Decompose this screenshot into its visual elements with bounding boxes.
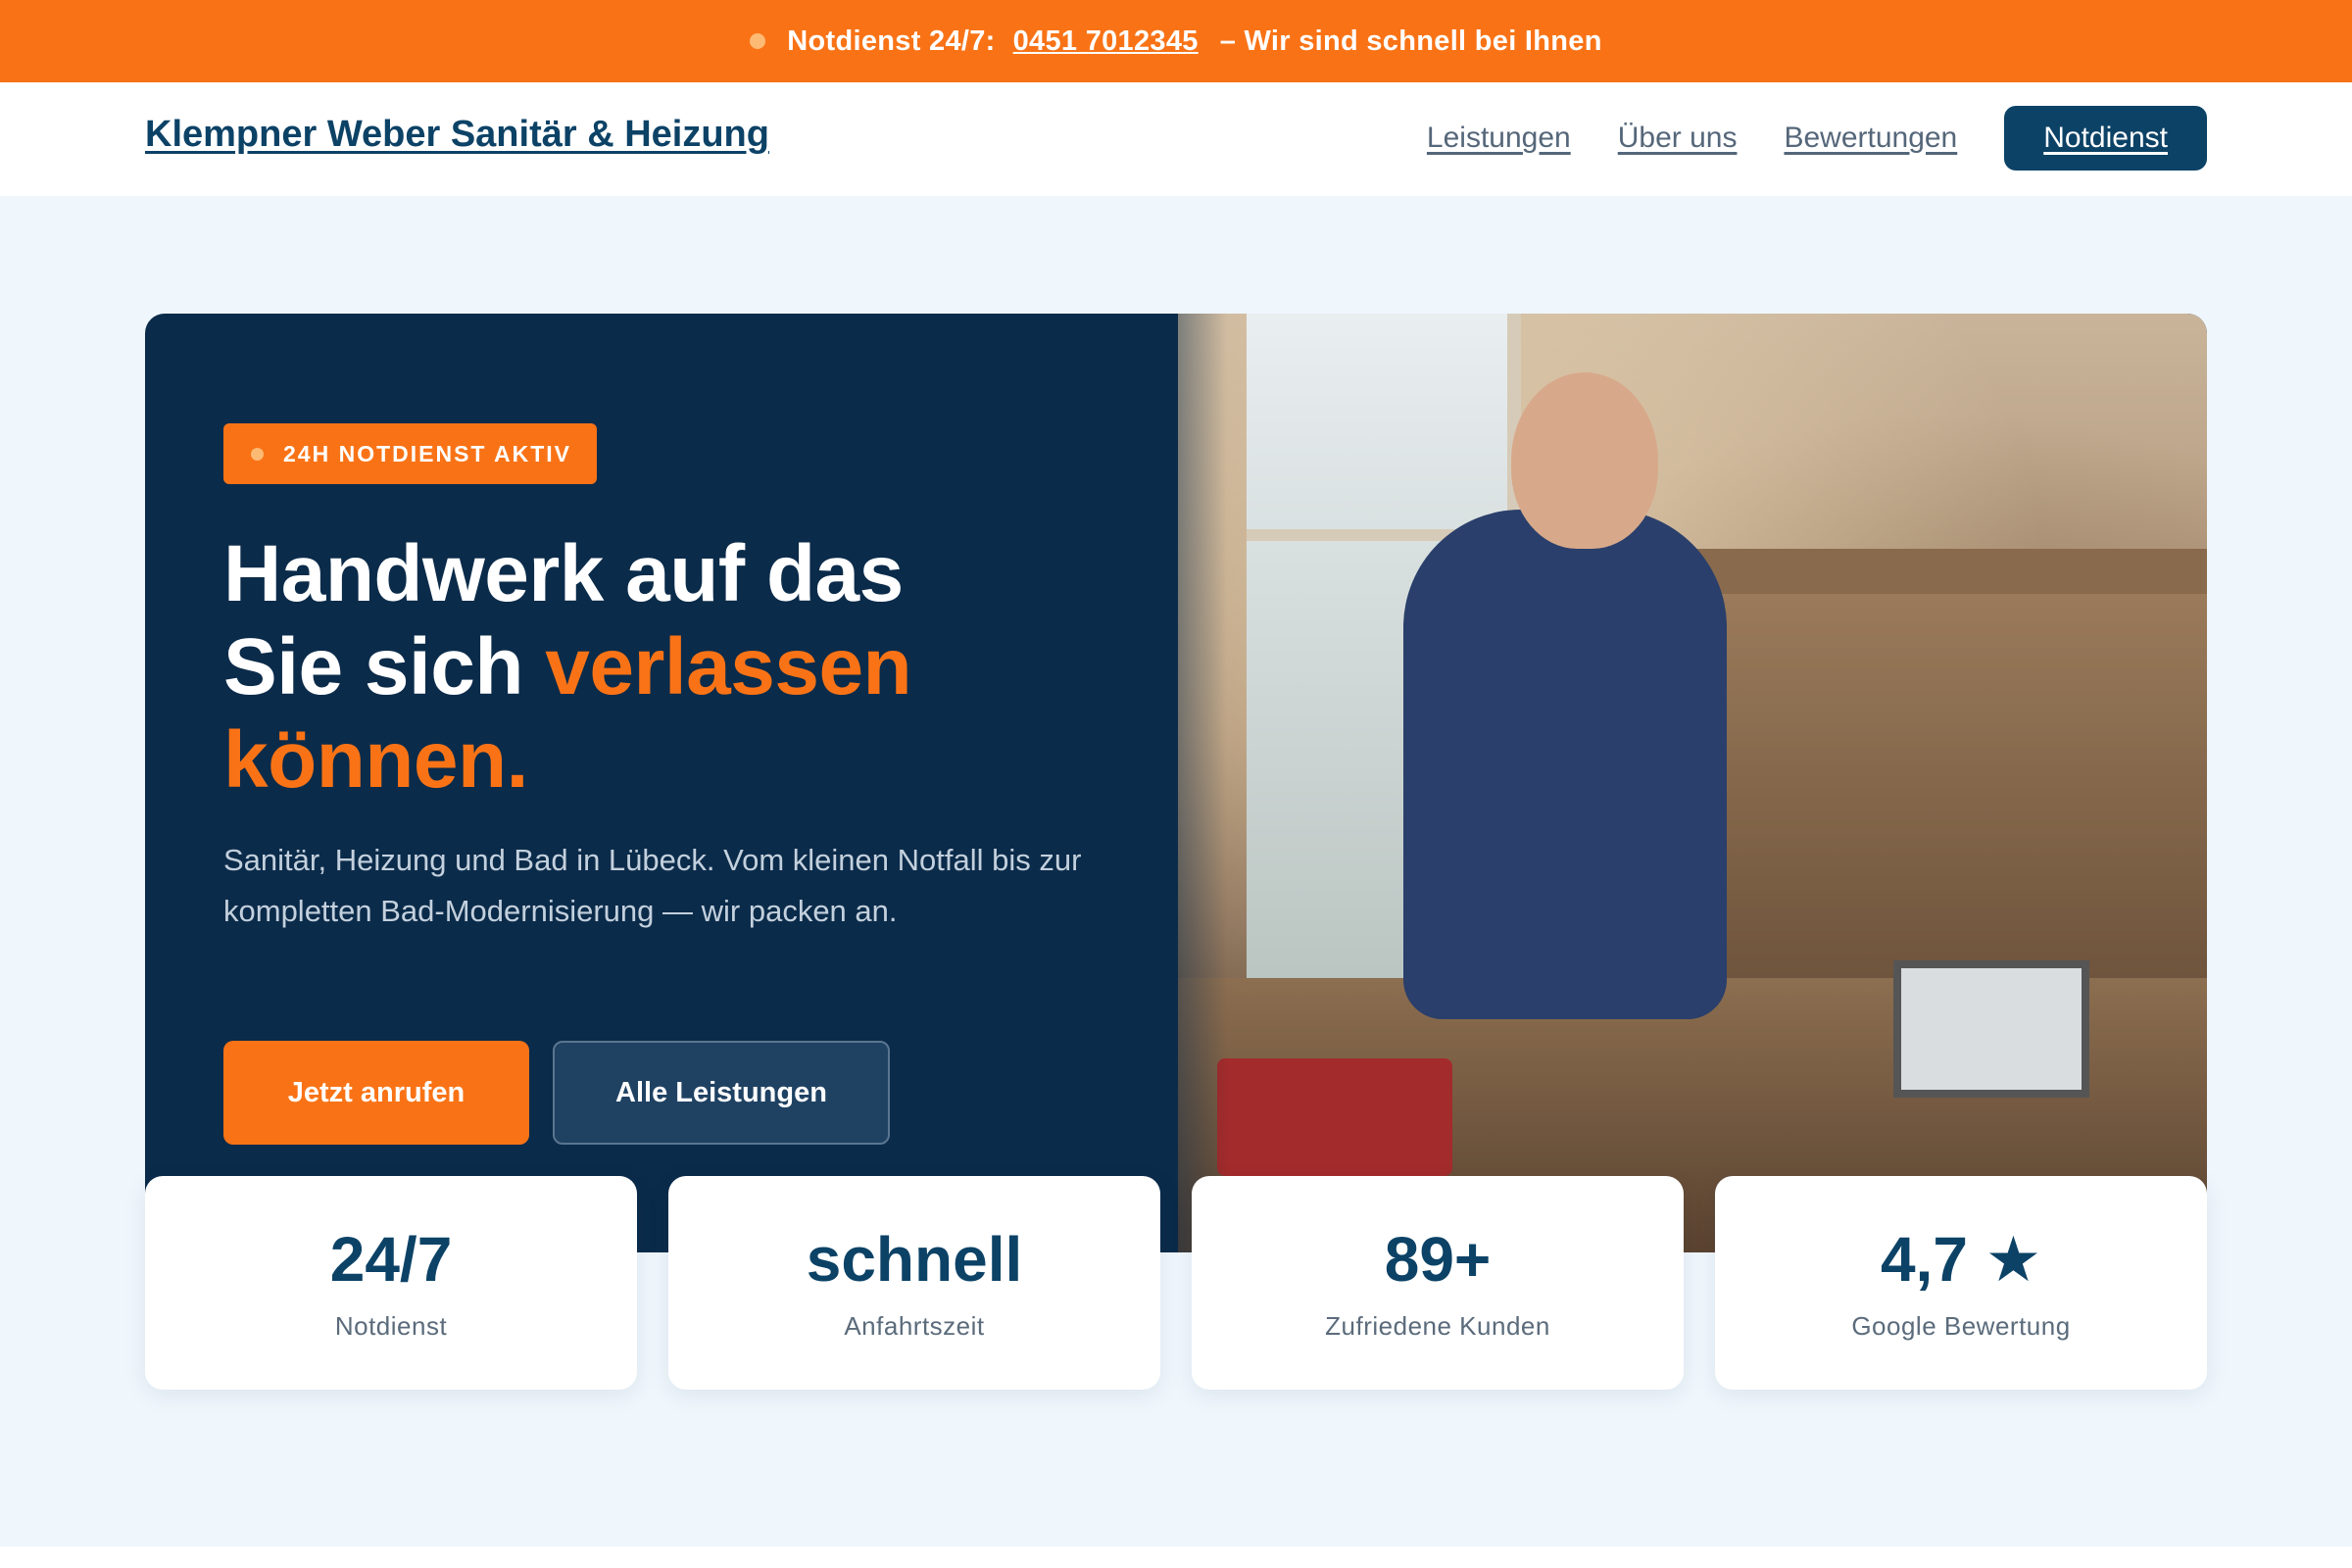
hero-card: 24H NOTDIENST AKTIV Handwerk auf das Sie… <box>145 314 2207 1252</box>
photo-plumber-head <box>1511 372 1658 549</box>
nav-link-bewertungen[interactable]: Bewertungen <box>1784 122 1957 155</box>
headline-accent-koennen: können. <box>223 715 528 805</box>
brand-logo-link[interactable]: Klempner Weber Sanitär & Heizung <box>145 114 769 156</box>
photo-counter <box>1658 549 2207 594</box>
stats-row: 24/7 Notdienst schnell Anfahrtszeit 89+ … <box>145 1176 2207 1390</box>
stat-card: 24/7 Notdienst <box>145 1176 637 1390</box>
site-header: Klempner Weber Sanitär & Heizung Leistun… <box>0 82 2352 196</box>
stat-value: 24/7 <box>329 1223 453 1295</box>
stat-value: 4,7 ★ <box>1880 1223 2042 1295</box>
stat-card: schnell Anfahrtszeit <box>668 1176 1160 1390</box>
stat-label: Notdienst <box>334 1310 448 1341</box>
photo-fade-overlay <box>1109 314 1227 1252</box>
stat-label: Zufriedene Kunden <box>1325 1310 1550 1341</box>
badge-dot-icon <box>251 447 264 461</box>
photo-laptop <box>1893 960 2089 1098</box>
all-services-button[interactable]: Alle Leistungen <box>553 1041 890 1145</box>
call-now-button[interactable]: Jetzt anrufen <box>223 1041 529 1145</box>
headline-line-2: Sie sich <box>223 622 546 711</box>
hero-section: 24H NOTDIENST AKTIV Handwerk auf das Sie… <box>0 196 2352 1546</box>
emergency-phone-link[interactable]: 0451 7012345 <box>1013 25 1199 58</box>
stat-label: Anfahrtszeit <box>844 1310 985 1341</box>
notdienst-button[interactable]: Notdienst <box>2004 106 2207 171</box>
badge-label: 24H NOTDIENST AKTIV <box>283 440 572 466</box>
stat-value: schnell <box>806 1223 1023 1295</box>
stat-card: 89+ Zufriedene Kunden <box>1192 1176 1684 1390</box>
hero-headline: Handwerk auf das Sie sich verlassen könn… <box>223 527 1105 807</box>
stat-label: Google Bewertung <box>1851 1310 2071 1341</box>
hero-subtitle: Sanitär, Heizung und Bad in Lübeck. Vom … <box>223 843 1082 928</box>
headline-accent-verlassen: verlassen <box>545 622 912 711</box>
photo-toolbox <box>1217 1058 1452 1176</box>
plumber-photo <box>1178 314 2207 1252</box>
stat-card: 4,7 ★ Google Bewertung <box>1715 1176 2207 1390</box>
stat-value: 89+ <box>1384 1223 1492 1295</box>
nav-link-leistungen[interactable]: Leistungen <box>1427 122 1571 155</box>
main-nav: Leistungen Über uns Bewertungen Notdiens… <box>1380 106 2207 171</box>
emergency-badge: 24H NOTDIENST AKTIV <box>223 423 598 484</box>
nav-link-ueber-uns[interactable]: Über uns <box>1618 122 1738 155</box>
photo-plumber-body <box>1403 510 1727 1019</box>
emergency-tagline: – Wir sind schnell bei Ihnen <box>1219 24 1602 57</box>
photo-cabinet <box>1658 594 2207 986</box>
headline-line-1: Handwerk auf das <box>223 529 904 618</box>
status-dot-icon <box>750 33 766 49</box>
emergency-label: Notdienst 24/7: <box>787 24 996 57</box>
emergency-banner: Notdienst 24/7: 0451 7012345 – Wir sind … <box>0 0 2352 82</box>
